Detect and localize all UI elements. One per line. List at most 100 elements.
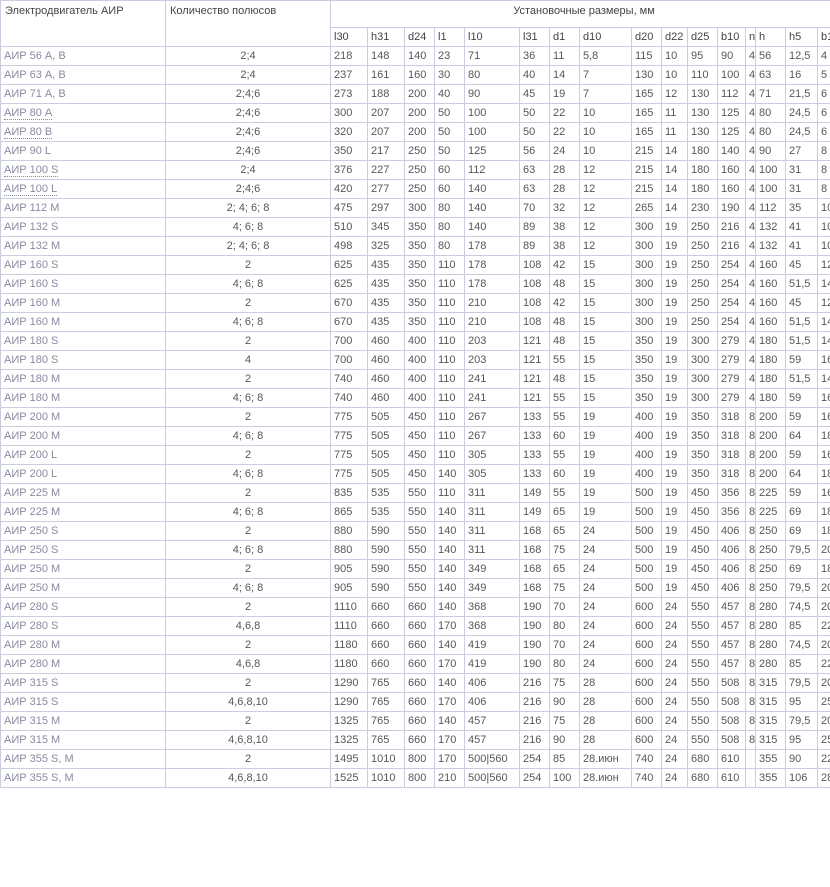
cell-h: 280: [756, 598, 786, 617]
cell-h5: 106: [786, 769, 818, 788]
cell-d1: 38: [550, 237, 580, 256]
cell-n: 8: [746, 674, 756, 693]
cell-d22: 19: [662, 351, 688, 370]
cell-l31: 133: [520, 427, 550, 446]
cell-d20: 500: [632, 522, 662, 541]
cell-h31: 505: [368, 408, 405, 427]
cell-d25: 680: [688, 750, 718, 769]
cell-model[interactable]: АИР 100 S: [1, 161, 166, 180]
header-col-l1: l1: [435, 28, 465, 47]
cell-d24: 550: [405, 503, 435, 522]
cell-l10: 419: [465, 636, 520, 655]
cell-h: 180: [756, 351, 786, 370]
cell-model[interactable]: АИР 80 В: [1, 123, 166, 142]
cell-n: 8: [746, 427, 756, 446]
cell-b1: 16: [818, 408, 830, 427]
table-row: АИР 280 S2111066066014036819070246002455…: [1, 598, 830, 617]
cell-b10: 100: [718, 66, 746, 85]
cell-d22: 19: [662, 370, 688, 389]
cell-n: 8: [746, 598, 756, 617]
cell-d20: 400: [632, 427, 662, 446]
cell-poles: 4; 6; 8: [166, 313, 331, 332]
cell-b1: 14: [818, 313, 830, 332]
cell-model[interactable]: АИР 100 L: [1, 180, 166, 199]
cell-d25: 230: [688, 199, 718, 218]
cell-poles: 2;4;6: [166, 142, 331, 161]
header-dims-group: Установочные размеры, мм: [331, 1, 830, 28]
cell-d20: 740: [632, 769, 662, 788]
cell-l30: 905: [331, 579, 368, 598]
model-link[interactable]: АИР 80 А: [4, 107, 52, 120]
model-link[interactable]: АИР 80 В: [4, 126, 52, 139]
cell-h5: 74,5: [786, 636, 818, 655]
cell-n: 8: [746, 484, 756, 503]
cell-n: 4: [746, 275, 756, 294]
cell-h31: 765: [368, 674, 405, 693]
cell-h: 200: [756, 427, 786, 446]
cell-h31: 460: [368, 351, 405, 370]
cell-b10: 356: [718, 503, 746, 522]
cell-d25: 130: [688, 123, 718, 142]
cell-h: 315: [756, 731, 786, 750]
dimensions-table: Электродвигатель АИР Количество полюсов …: [0, 0, 830, 788]
cell-l30: 740: [331, 370, 368, 389]
cell-h: 132: [756, 237, 786, 256]
cell-n: 4: [746, 66, 756, 85]
cell-d10: 12: [580, 237, 632, 256]
model-link[interactable]: АИР 100 L: [4, 183, 57, 196]
cell-b1: 25: [818, 731, 830, 750]
cell-d22: 24: [662, 693, 688, 712]
cell-d22: 12: [662, 85, 688, 104]
cell-d1: 28: [550, 180, 580, 199]
cell-l1: 140: [435, 712, 465, 731]
cell-d24: 450: [405, 465, 435, 484]
cell-poles: 4; 6; 8: [166, 275, 331, 294]
cell-b10: 406: [718, 560, 746, 579]
cell-h: 180: [756, 332, 786, 351]
cell-b10: 457: [718, 636, 746, 655]
cell-model: АИР 180 S: [1, 351, 166, 370]
model-link[interactable]: АИР 100 S: [4, 164, 58, 177]
cell-l10: 140: [465, 218, 520, 237]
cell-d20: 300: [632, 237, 662, 256]
cell-l31: 63: [520, 180, 550, 199]
cell-d10: 19: [580, 427, 632, 446]
cell-h5: 24,5: [786, 104, 818, 123]
cell-l1: 140: [435, 541, 465, 560]
cell-h31: 590: [368, 522, 405, 541]
table-row: АИР 180 S2700460400110203121481535019300…: [1, 332, 830, 351]
cell-l30: 1525: [331, 769, 368, 788]
cell-n: 8: [746, 408, 756, 427]
cell-d10: 15: [580, 370, 632, 389]
cell-model[interactable]: АИР 80 А: [1, 104, 166, 123]
cell-d25: 300: [688, 370, 718, 389]
cell-l1: 110: [435, 332, 465, 351]
cell-d25: 350: [688, 465, 718, 484]
cell-l30: 905: [331, 560, 368, 579]
cell-l1: 140: [435, 560, 465, 579]
cell-model: АИР 250 М: [1, 560, 166, 579]
header-model: Электродвигатель АИР: [1, 1, 166, 47]
cell-h: 225: [756, 503, 786, 522]
cell-d1: 42: [550, 294, 580, 313]
table-row: АИР 160 М4; 6; 8670435350110210108481530…: [1, 313, 830, 332]
cell-d1: 24: [550, 142, 580, 161]
cell-model: АИР 200 L: [1, 465, 166, 484]
cell-poles: 2; 4; 6; 8: [166, 237, 331, 256]
cell-l30: 237: [331, 66, 368, 85]
cell-d25: 450: [688, 484, 718, 503]
cell-d20: 165: [632, 123, 662, 142]
cell-d24: 660: [405, 655, 435, 674]
cell-h31: 660: [368, 655, 405, 674]
cell-h: 250: [756, 579, 786, 598]
cell-d22: 19: [662, 541, 688, 560]
cell-n: 8: [746, 731, 756, 750]
cell-d25: 300: [688, 332, 718, 351]
cell-l30: 670: [331, 313, 368, 332]
cell-l10: 406: [465, 674, 520, 693]
cell-h5: 51,5: [786, 275, 818, 294]
table-row: АИР 200 М4; 6; 8775505450110267133601940…: [1, 427, 830, 446]
cell-d10: 24: [580, 522, 632, 541]
cell-l1: 23: [435, 47, 465, 66]
cell-h5: 64: [786, 465, 818, 484]
